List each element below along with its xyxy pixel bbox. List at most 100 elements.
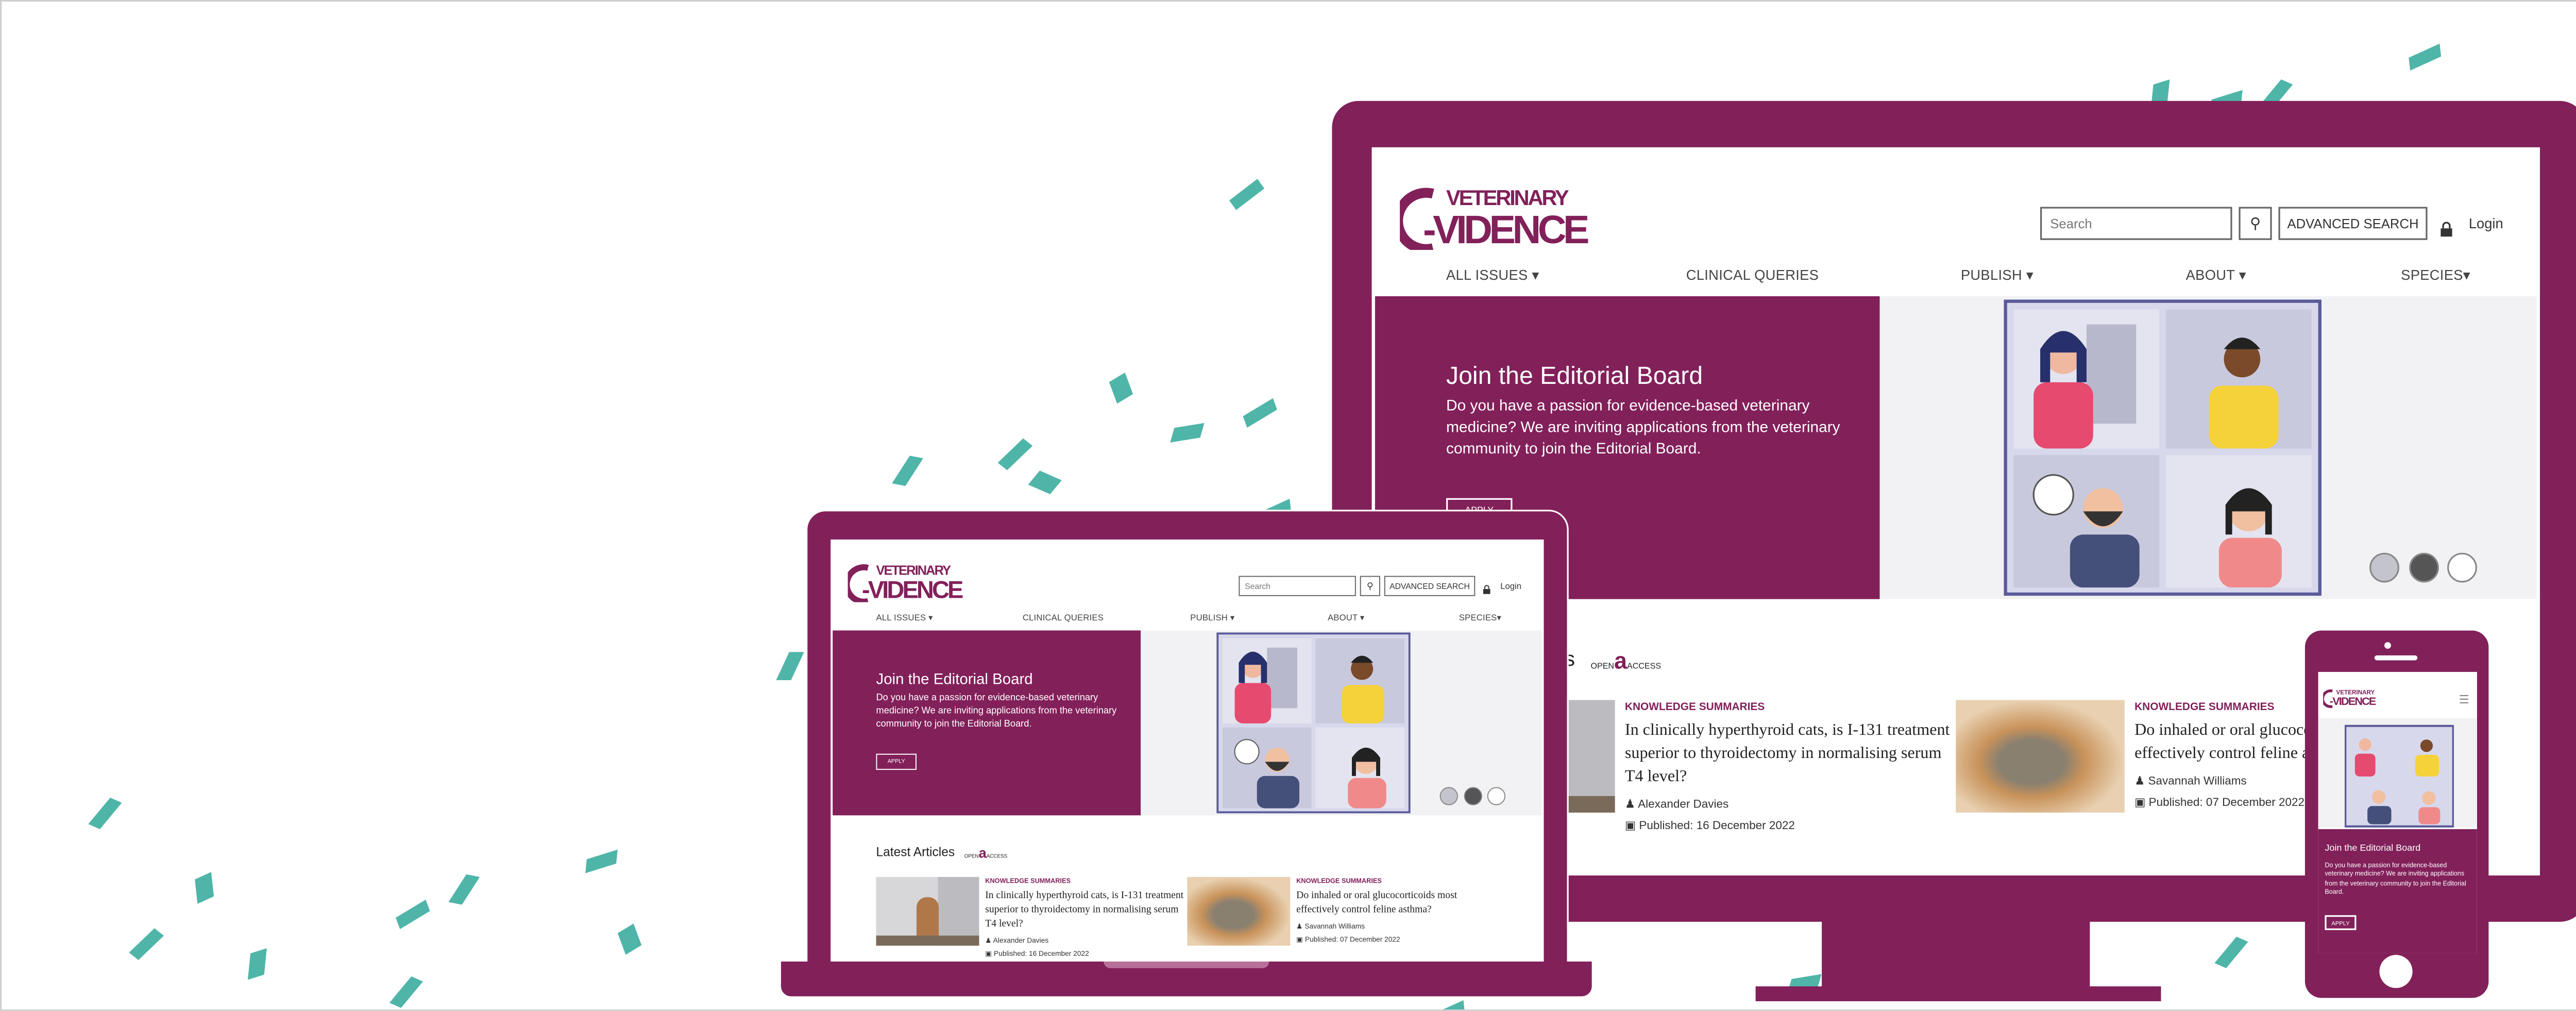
nav-species[interactable]: SPECIES▾ (1459, 612, 1501, 624)
article-date: ▣ Published: 07 December 2022 (1296, 936, 1498, 944)
nav-about[interactable]: ABOUT ▾ (1328, 612, 1365, 624)
login-link[interactable]: Login (1500, 581, 1521, 591)
author-name: Alexander Davies (993, 937, 1049, 945)
author-name: Savannah Williams (1304, 923, 1365, 931)
confetti-piece (88, 797, 122, 830)
svg-text:-VIDENCE: -VIDENCE (2330, 695, 2376, 707)
article-title[interactable]: In clinically hyperthyroid cats, is I-13… (1625, 720, 1956, 789)
open-access-icon: OPENaACCESS (1590, 647, 1662, 674)
laptop-screen: VETERINARY -VIDENCE Search ⚲ ADVANCED SE… (831, 540, 1544, 967)
search-icon: ⚲ (1366, 580, 1374, 591)
article-category[interactable]: KNOWLEDGE SUMMARIES (1296, 878, 1498, 885)
search-input[interactable]: Search (1239, 576, 1356, 596)
search-button[interactable]: ⚲ (2239, 207, 2272, 240)
hero-description: Do you have a passion for evidence-based… (1446, 397, 1840, 458)
article-image-dog[interactable] (876, 877, 979, 946)
latest-title: Latest Articles (876, 845, 955, 860)
search-input[interactable]: Search (2040, 207, 2232, 240)
published-date: Published: 07 December 2022 (2148, 798, 2305, 810)
search-placeholder: Search (2050, 216, 2092, 231)
advanced-search-label: ADVANCED SEARCH (2287, 216, 2419, 231)
confetti-piece (585, 849, 618, 873)
calendar-icon: ▣ (2134, 798, 2149, 810)
confetti-piece (129, 928, 164, 961)
published-date: Published: 07 December 2022 (1304, 936, 1400, 944)
oa-right: ACCESS (986, 853, 1008, 860)
confetti-piece (1432, 1000, 1465, 1010)
author-name: Savannah Williams (2148, 776, 2247, 788)
published-date: Published: 16 December 2022 (994, 951, 1089, 958)
confetti-piece (1170, 423, 1205, 443)
phone-screen: VETERINARY -VIDENCE ☰ Join the Editorial … (2318, 671, 2477, 953)
advanced-search-label: ADVANCED SEARCH (1389, 581, 1470, 591)
website: VETERINARY -VIDENCE Search ⚲ ADVANCED SE… (831, 540, 1544, 967)
nav-species[interactable]: SPECIES▾ (2401, 266, 2470, 284)
article-image-cat[interactable] (1956, 700, 2125, 813)
apply-button[interactable]: APPLY (876, 753, 917, 770)
video-call-illustration (1216, 632, 1411, 814)
confetti-piece (2214, 936, 2248, 968)
search-icon: ⚲ (2249, 214, 2261, 231)
device-mockup-scene: VETERINARY -VIDENCE Search ⚲ ADVANCED SE… (0, 0, 2576, 1011)
article-date: ▣ Published: 16 December 2022 (985, 950, 1187, 958)
carousel-dot-3[interactable] (2447, 552, 2477, 583)
nav-publish[interactable]: PUBLISH ▾ (1961, 266, 2033, 284)
hero-title: Join the Editorial Board (1446, 362, 1703, 391)
user-icon: ♟ (1624, 799, 1638, 811)
lock-icon (1483, 581, 1490, 594)
carousel-dot-2[interactable] (2409, 552, 2439, 583)
nav-clinical-queries[interactable]: CLINICAL QUERIES (1023, 612, 1104, 622)
confetti-piece (396, 899, 430, 930)
phone-apply-button[interactable]: APPLY (2325, 915, 2357, 930)
carousel-dot-3[interactable] (1487, 787, 1506, 805)
oa-left: OPEN (964, 853, 979, 860)
logo[interactable]: VETERINARY -VIDENCE (843, 562, 999, 605)
user-icon: ♟ (985, 937, 993, 945)
confetti-piece (1028, 470, 1062, 495)
article-image-cat[interactable] (1187, 877, 1291, 946)
article-author: ♟ Alexander Davies (985, 937, 1187, 945)
nav-clinical-queries[interactable]: CLINICAL QUERIES (1686, 266, 1819, 283)
user-icon: ♟ (2134, 776, 2148, 788)
author-name: Alexander Davies (1638, 799, 1729, 811)
confetti-piece (448, 874, 480, 905)
article-category[interactable]: KNOWLEDGE SUMMARIES (1625, 702, 1956, 713)
oa-left: OPEN (1590, 662, 1614, 672)
advanced-search-button[interactable]: ADVANCED SEARCH (2278, 207, 2428, 240)
article-title[interactable]: Do inhaled or oral glucocorticoids most … (1296, 889, 1498, 917)
nav-all-issues[interactable]: ALL ISSUES ▾ (1446, 266, 1539, 284)
svg-text:-VIDENCE: -VIDENCE (862, 576, 963, 602)
phone-home-button[interactable] (2379, 955, 2413, 988)
carousel-dot-1[interactable] (2369, 552, 2399, 583)
nav-publish[interactable]: PUBLISH ▾ (1190, 612, 1234, 624)
nav-all-issues[interactable]: ALL ISSUES ▾ (876, 612, 933, 624)
confetti-piece (776, 652, 804, 681)
nav-about[interactable]: ABOUT ▾ (2186, 266, 2246, 284)
apply-label: APPLY (887, 759, 905, 765)
calendar-icon: ▣ (985, 951, 994, 958)
hero-title: Join the Editorial Board (876, 670, 1033, 688)
search-button[interactable]: ⚲ (1360, 576, 1380, 596)
phone-hero-description: Do you have a passion for evidence-based… (2325, 861, 2466, 896)
latest-articles-heading: Latest Articles OPENaACCESS (876, 845, 1008, 861)
published-date: Published: 16 December 2022 (1639, 821, 1795, 833)
confetti-piece (247, 948, 267, 980)
logo[interactable]: VETERINARY -VIDENCE (1393, 183, 1648, 254)
article-date: ▣ Published: 16 December 2022 (1625, 819, 1956, 833)
carousel-dot-2[interactable] (1464, 787, 1482, 805)
phone-logo[interactable]: VETERINARY -VIDENCE (2321, 687, 2393, 717)
confetti-piece (997, 438, 1033, 470)
oa-right: ACCESS (1627, 662, 1662, 672)
article-author: ♟ Alexander Davies (1625, 798, 1956, 811)
article-category[interactable]: KNOWLEDGE SUMMARIES (985, 878, 1187, 885)
confetti-piece (2409, 43, 2442, 71)
laptop-base (781, 961, 1592, 997)
calendar-icon: ▣ (1296, 936, 1305, 944)
lock-icon (2441, 215, 2452, 237)
advanced-search-button[interactable]: ADVANCED SEARCH (1384, 576, 1476, 596)
login-link[interactable]: Login (2469, 215, 2503, 232)
carousel-dot-1[interactable] (1439, 787, 1458, 805)
article-title[interactable]: In clinically hyperthyroid cats, is I-13… (985, 889, 1187, 931)
hamburger-icon[interactable]: ☰ (2459, 694, 2469, 706)
confetti-piece (195, 872, 214, 904)
